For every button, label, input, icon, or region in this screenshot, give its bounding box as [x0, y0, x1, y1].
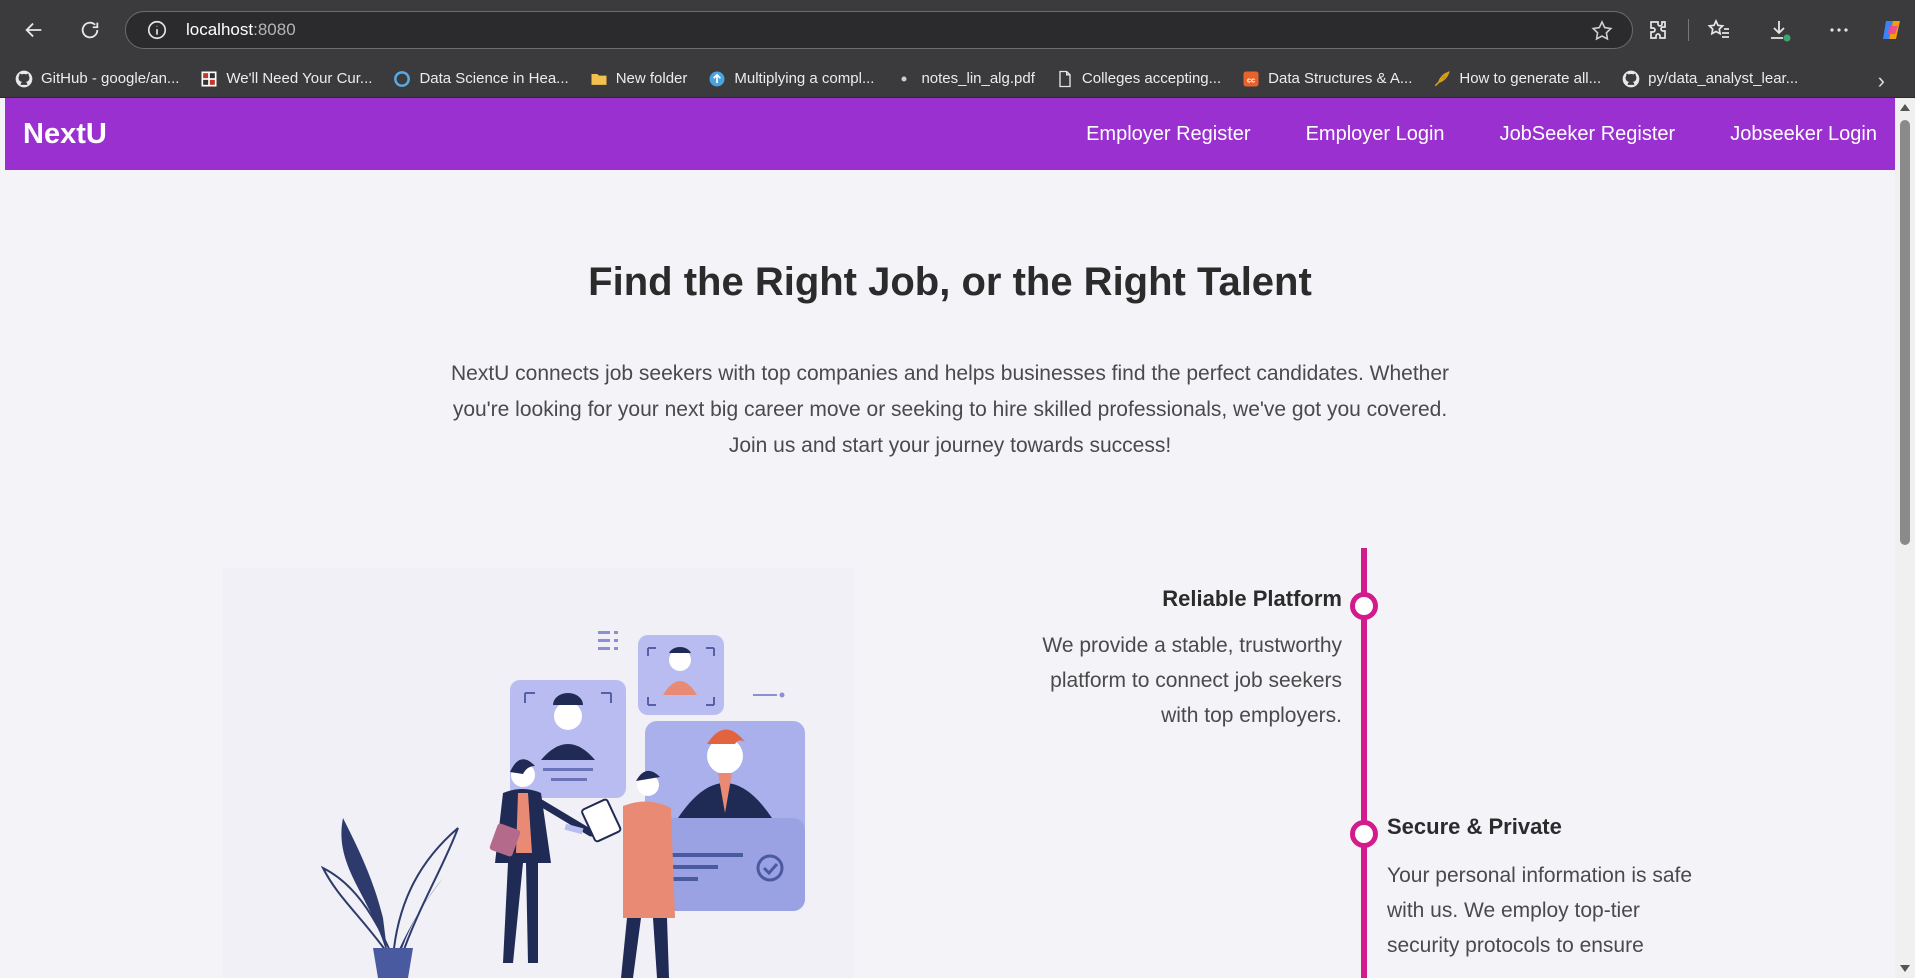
more-dots-icon: [1830, 28, 1848, 32]
address-bar[interactable]: localhost:8080: [125, 11, 1633, 49]
bookmark-label: We'll Need Your Cur...: [226, 70, 373, 87]
download-icon: [1771, 21, 1791, 42]
feather-icon: [1432, 69, 1452, 89]
feature-title-secure: Secure & Private: [1387, 814, 1562, 839]
favorites-list-icon: [1707, 18, 1729, 38]
github-icon: [14, 69, 34, 89]
bookmark-item[interactable]: Multiplying a compl...: [707, 69, 874, 89]
bookmark-item[interactable]: Colleges accepting...: [1055, 69, 1221, 89]
cc-logo-icon: cc: [1241, 69, 1261, 89]
bookmark-label: GitHub - google/an...: [41, 70, 180, 87]
bookmark-item[interactable]: cc Data Structures & A...: [1241, 69, 1412, 89]
bookmark-label: py/data_analyst_lear...: [1648, 70, 1799, 87]
bookmark-item[interactable]: py/data_analyst_lear...: [1621, 69, 1798, 89]
edge-ring-icon: [392, 69, 412, 89]
bookmarks-overflow-chevron-icon[interactable]: ›: [1878, 68, 1885, 94]
github-icon: [1621, 69, 1641, 89]
hero-description: NextU connects job seekers with top comp…: [450, 362, 1450, 457]
browser-toolbar: localhost:8080: [0, 0, 1915, 60]
favorite-star-icon[interactable]: [1590, 19, 1614, 43]
favorites-button[interactable]: [1689, 18, 1749, 42]
back-button[interactable]: [12, 8, 56, 52]
nav-jobseeker-login[interactable]: Jobseeker Login: [1730, 123, 1877, 146]
hiring-illustration: [223, 568, 853, 978]
dot-icon: [894, 69, 914, 89]
timeline-dot-2: [1350, 820, 1378, 848]
feature-text-reliable: We provide a stable, trustworthy platfor…: [1042, 634, 1342, 727]
copilot-button[interactable]: [1869, 18, 1915, 42]
candidate-card-2: [638, 635, 724, 715]
feature-title-reliable: Reliable Platform: [1162, 586, 1342, 611]
hero-title: Find the Right Job, or the Right Talent: [588, 260, 1312, 304]
settings-more-button[interactable]: [1809, 18, 1869, 42]
bookmark-item[interactable]: Data Science in Hea...: [392, 69, 569, 89]
bookmark-item[interactable]: New folder: [589, 69, 688, 89]
scrollbar-thumb[interactable]: [1900, 120, 1910, 545]
reload-button[interactable]: [68, 8, 112, 52]
site-header: NextU Employer Register Employer Login J…: [5, 98, 1895, 170]
main-nav: Employer Register Employer Login JobSeek…: [1031, 123, 1877, 146]
bookmark-item[interactable]: GitHub - google/an...: [14, 69, 179, 89]
timeline-dot-1: [1350, 592, 1378, 620]
bookmarks-bar: GitHub - google/an... We'll Need Your Cur…: [0, 60, 1915, 98]
copilot-icon: [1883, 21, 1900, 39]
bookmark-label: notes_lin_alg.pdf: [921, 70, 1035, 87]
bookmark-label: New folder: [615, 70, 688, 87]
page-scrollbar[interactable]: [1895, 98, 1915, 978]
bookmark-label: How to generate all...: [1459, 70, 1602, 87]
address-url[interactable]: localhost:8080: [186, 20, 296, 40]
bookmark-item[interactable]: How to generate all...: [1432, 69, 1601, 89]
bookmark-item[interactable]: We'll Need Your Cur...: [199, 69, 372, 89]
site-info-icon[interactable]: [146, 19, 168, 41]
grid-logo-icon: [199, 69, 219, 89]
scroll-up-icon[interactable]: [1900, 104, 1910, 111]
bookmark-label: Multiplying a compl...: [734, 70, 875, 87]
browser-actions: [1628, 8, 1915, 52]
page-viewport: NextU Employer Register Employer Login J…: [5, 98, 1895, 978]
brand-logo[interactable]: NextU: [23, 118, 107, 151]
nav-employer-register[interactable]: Employer Register: [1086, 123, 1251, 146]
folder-icon: [589, 69, 609, 89]
nav-employer-login[interactable]: Employer Login: [1306, 123, 1445, 146]
feature-text-secure: Your personal information is safe with u…: [1387, 864, 1693, 957]
document-icon: [1055, 69, 1075, 89]
svg-text:cc: cc: [1247, 75, 1255, 84]
nav-jobseeker-register[interactable]: JobSeeker Register: [1500, 123, 1676, 146]
back-arrow-icon: [25, 22, 42, 38]
bookmark-label: Colleges accepting...: [1081, 70, 1222, 87]
bookmark-item[interactable]: notes_lin_alg.pdf: [894, 69, 1035, 89]
bookmark-label: Data Science in Hea...: [419, 70, 569, 87]
scroll-down-icon[interactable]: [1900, 965, 1910, 972]
bookmark-label: Data Structures & A...: [1268, 70, 1413, 87]
downloads-button[interactable]: [1749, 18, 1809, 42]
extensions-button[interactable]: [1628, 18, 1688, 42]
puzzle-icon: [1650, 21, 1666, 39]
reload-icon: [81, 21, 99, 39]
upload-circle-icon: [707, 69, 727, 89]
